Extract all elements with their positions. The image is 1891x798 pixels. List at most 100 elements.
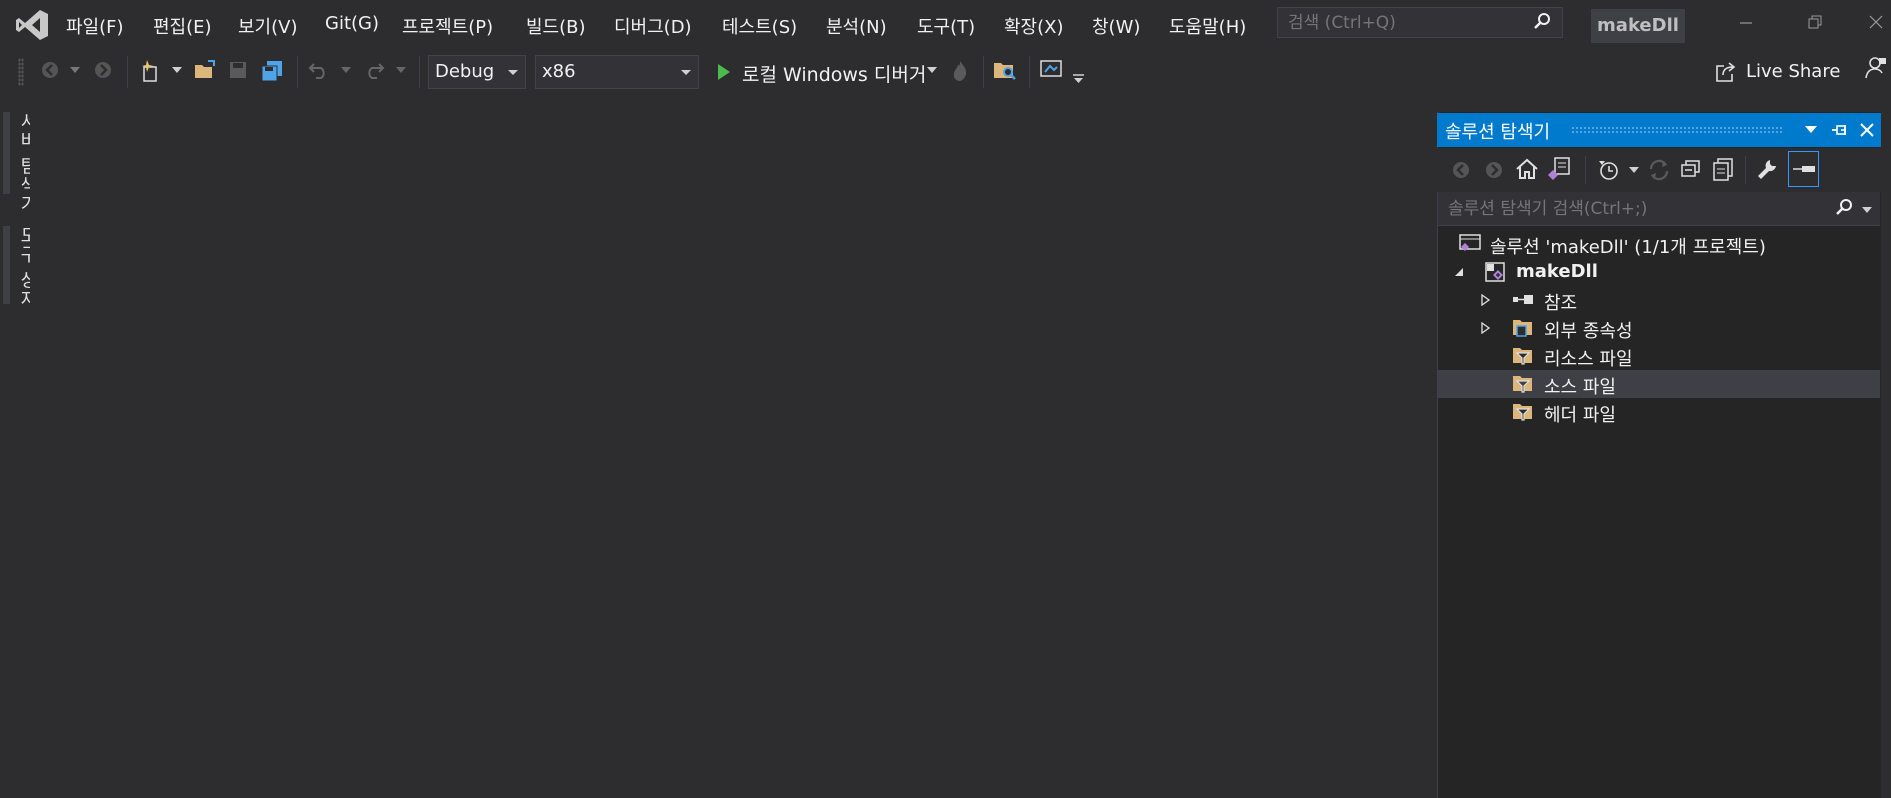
save-all-icon[interactable]: [261, 60, 285, 82]
toolbar-overflow-icon[interactable]: [1073, 74, 1084, 84]
tree-project-node[interactable]: makeDll: [1438, 258, 1880, 286]
folder-filter-icon: [1513, 376, 1532, 393]
menu-view[interactable]: 보기(V): [238, 13, 297, 39]
solution-label: 솔루션 'makeDll' (1/1개 프로젝트): [1490, 237, 1766, 258]
menu-debug[interactable]: 디버그(D): [614, 13, 692, 39]
tree-item-label: 참조: [1544, 293, 1578, 314]
undo-icon[interactable]: [308, 60, 330, 80]
search-icon[interactable]: [1834, 198, 1854, 218]
toolbar-separator: [419, 56, 420, 88]
new-project-dropdown-icon[interactable]: [172, 67, 182, 73]
window-position-dropdown-icon[interactable]: [1805, 126, 1817, 134]
tree-item-label: 헤더 파일: [1544, 405, 1616, 426]
sync-icon[interactable]: [1647, 159, 1671, 181]
menu-analyze[interactable]: 분석(N): [826, 13, 887, 39]
menu-git[interactable]: Git(G): [325, 13, 379, 34]
title-grip: [1571, 126, 1783, 134]
preview-selected-button[interactable]: [1788, 151, 1819, 187]
solution-explorer-search[interactable]: [1438, 192, 1880, 226]
search-icon[interactable]: [1532, 12, 1552, 32]
forward-icon[interactable]: [1484, 160, 1504, 180]
menu-tools[interactable]: 도구(T): [917, 13, 975, 39]
external-dependencies-icon: [1513, 320, 1532, 337]
undo-dropdown-icon[interactable]: [341, 67, 351, 73]
navigate-back-dropdown-icon[interactable]: [70, 67, 80, 73]
quick-search-input[interactable]: [1286, 11, 1530, 35]
restore-icon: [1808, 15, 1822, 29]
menu-help[interactable]: 도움말(H): [1169, 13, 1246, 39]
menu-test[interactable]: 테스트(S): [722, 13, 797, 39]
configuration-dropdown[interactable]: Debug: [428, 55, 526, 89]
configuration-value: Debug: [435, 61, 495, 82]
close-window-button[interactable]: [1848, 0, 1891, 46]
collapsed-arrow-icon[interactable]: [1481, 322, 1491, 334]
filter-dropdown-icon[interactable]: [1629, 167, 1639, 173]
switch-views-icon[interactable]: [1547, 157, 1571, 183]
menu-edit[interactable]: 편집(E): [153, 13, 212, 39]
debug-target-dropdown-icon[interactable]: [927, 67, 937, 73]
menu-file[interactable]: 파일(F): [66, 13, 124, 39]
tree-item-resource-files[interactable]: 리소스 파일: [1438, 342, 1880, 370]
collapsed-arrow-icon[interactable]: [1481, 294, 1491, 306]
solution-name-badge: makeDll: [1591, 9, 1685, 43]
show-all-files-icon[interactable]: [1712, 158, 1734, 182]
hot-reload-icon[interactable]: [951, 60, 969, 82]
find-in-files-icon[interactable]: [993, 60, 1017, 80]
solution-explorer-title-bar[interactable]: 솔루션 탐색기: [1437, 113, 1881, 147]
save-icon[interactable]: [228, 60, 248, 80]
open-file-icon[interactable]: [194, 60, 216, 80]
solution-explorer-toolbar-icon[interactable]: [1040, 60, 1062, 80]
menu-window[interactable]: 창(W): [1092, 13, 1140, 39]
collapse-all-icon[interactable]: [1680, 160, 1702, 180]
live-share-button[interactable]: Live Share: [1746, 61, 1840, 82]
preview-selected-items-icon: [1793, 166, 1815, 172]
toolbar-separator: [983, 56, 984, 88]
navigate-back-icon[interactable]: [40, 60, 60, 80]
tree-item-label: 소스 파일: [1544, 377, 1616, 398]
feedback-icon[interactable]: [1865, 56, 1887, 80]
restore-button[interactable]: [1787, 0, 1843, 46]
tree-item-external-dependencies[interactable]: 외부 종속성: [1438, 314, 1880, 342]
navigate-forward-icon[interactable]: [93, 60, 113, 80]
menu-project[interactable]: 프로젝트(P): [402, 13, 493, 39]
menu-build[interactable]: 빌드(B): [526, 13, 586, 39]
expanded-arrow-icon[interactable]: [1454, 267, 1464, 277]
right-tool-window-strip[interactable]: [1881, 98, 1891, 798]
tree-item-references[interactable]: 참조: [1438, 286, 1880, 314]
tree-item-source-files[interactable]: 소스 파일: [1438, 370, 1880, 398]
menu-extensions[interactable]: 확장(X): [1004, 13, 1064, 39]
pending-changes-filter-icon[interactable]: [1597, 158, 1621, 182]
tree-item-header-files[interactable]: 헤더 파일: [1438, 398, 1880, 426]
solution-explorer-search-input[interactable]: [1446, 196, 1810, 222]
toolbar-grip[interactable]: [18, 58, 24, 86]
redo-icon[interactable]: [363, 60, 385, 80]
solution-explorer-title: 솔루션 탐색기: [1445, 122, 1551, 143]
properties-wrench-icon[interactable]: [1756, 158, 1778, 182]
close-panel-icon[interactable]: [1859, 122, 1875, 138]
tree-solution-node[interactable]: 솔루션 'makeDll' (1/1개 프로젝트): [1438, 230, 1880, 258]
server-explorer-tab-strip[interactable]: [3, 112, 10, 194]
chevron-down-icon: [508, 70, 518, 75]
visual-studio-logo-icon[interactable]: [14, 8, 50, 42]
platform-dropdown[interactable]: x86: [535, 55, 699, 89]
back-icon[interactable]: [1451, 160, 1471, 180]
redo-dropdown-icon[interactable]: [396, 67, 406, 73]
folder-filter-icon: [1513, 404, 1532, 421]
editor-area: [30, 98, 1435, 798]
project-label: makeDll: [1516, 261, 1598, 282]
references-icon: [1513, 295, 1533, 304]
search-options-dropdown-icon[interactable]: [1862, 207, 1872, 213]
toolbox-tab-strip[interactable]: [3, 226, 10, 304]
folder-filter-icon: [1513, 348, 1532, 365]
home-icon[interactable]: [1515, 158, 1539, 180]
new-project-icon[interactable]: [139, 60, 161, 82]
auto-hide-pin-icon[interactable]: [1831, 122, 1849, 138]
start-debugging-icon[interactable]: [716, 62, 732, 82]
solution-icon: [1459, 234, 1481, 251]
quick-search-box[interactable]: [1277, 7, 1563, 38]
toolbar-separator: [297, 56, 298, 88]
solution-explorer-toolbar: [1437, 148, 1881, 192]
live-share-icon[interactable]: [1715, 61, 1737, 83]
minimize-button[interactable]: [1718, 0, 1774, 46]
start-debugging-button[interactable]: 로컬 Windows 디버거: [742, 60, 926, 87]
